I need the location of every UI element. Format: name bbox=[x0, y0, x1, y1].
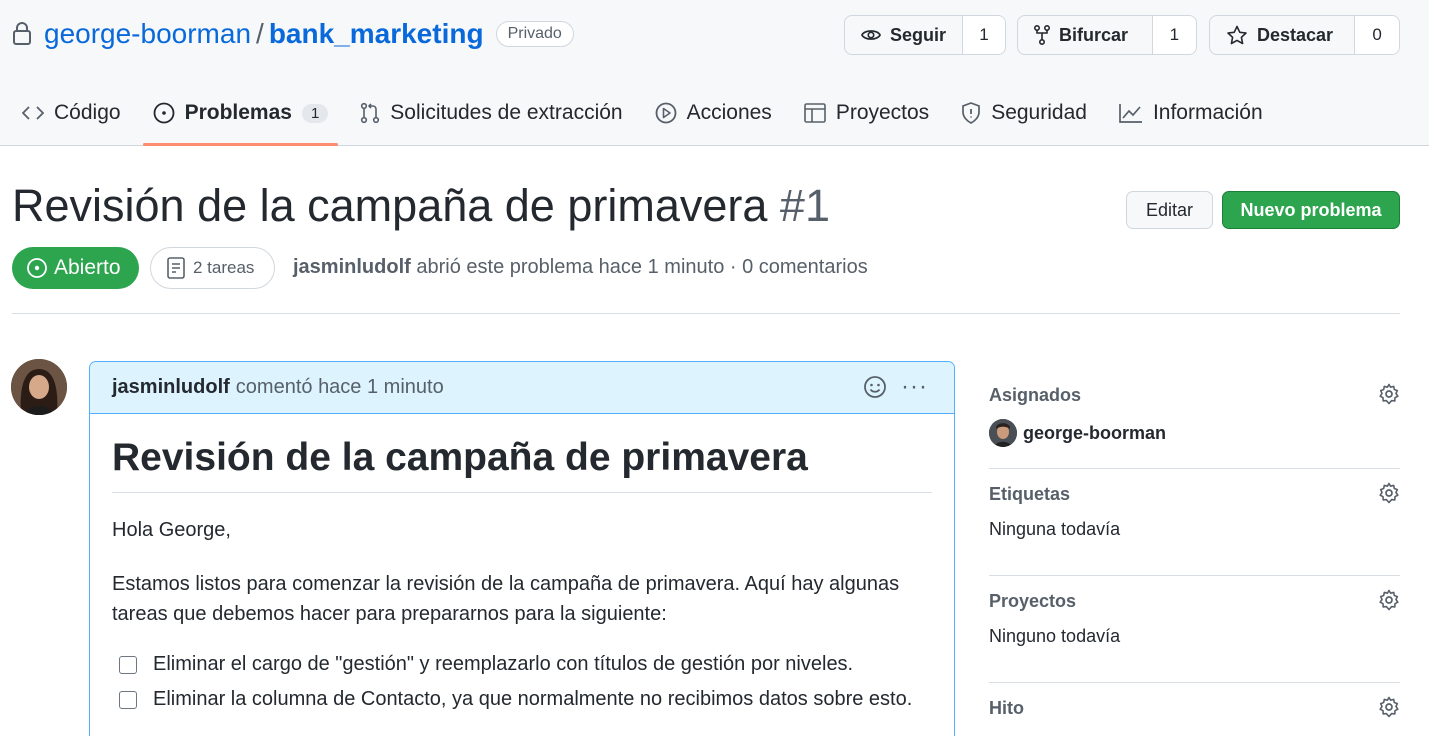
new-issue-button[interactable]: Nuevo problema bbox=[1222, 191, 1400, 229]
gear-icon[interactable] bbox=[1378, 696, 1400, 718]
eye-icon bbox=[861, 30, 881, 40]
tab-security[interactable]: Seguridad bbox=[951, 88, 1097, 138]
sidebar-assignees: Asignados george-boorman bbox=[989, 380, 1400, 469]
issue-meta-text: abrió este problema hace 1 minuto · 0 co… bbox=[416, 256, 868, 278]
repo-tabs: Código Problemas 1 Solicitudes de extrac… bbox=[12, 88, 1285, 146]
tab-label: Solicitudes de extracción bbox=[390, 101, 623, 124]
comment-intro: Estamos listos para comenzar la revisión… bbox=[112, 569, 932, 629]
avatar[interactable] bbox=[11, 359, 67, 415]
assignee-item[interactable]: george-boorman bbox=[989, 419, 1400, 447]
comment-timestamp[interactable]: comentó hace 1 minuto bbox=[236, 376, 444, 399]
sidebar-heading: Hito bbox=[989, 698, 1024, 718]
assignee-name: george-boorman bbox=[1023, 422, 1167, 443]
repo-header: george-boorman / bank_marketing Privado … bbox=[0, 0, 1429, 146]
tab-label: Código bbox=[54, 101, 121, 124]
issue-number: #1 bbox=[779, 180, 830, 231]
task-checkbox[interactable] bbox=[119, 655, 137, 674]
graph-icon bbox=[1119, 104, 1142, 123]
tab-projects[interactable]: Proyectos bbox=[794, 88, 939, 138]
star-label: Destacar bbox=[1257, 24, 1334, 45]
tab-code[interactable]: Código bbox=[12, 88, 131, 138]
kebab-menu-icon[interactable]: ··· bbox=[901, 375, 928, 399]
tab-label: Seguridad bbox=[991, 101, 1087, 124]
play-icon bbox=[655, 102, 676, 124]
comment-intro-line: tareas que debemos hacer para prepararno… bbox=[112, 603, 667, 625]
shield-icon bbox=[962, 102, 981, 124]
issue-title-text: Revisión de la campaña de primavera bbox=[12, 180, 768, 231]
tab-label: Problemas bbox=[184, 101, 292, 124]
sidebar-value: Ninguna todavía bbox=[989, 519, 1121, 539]
tasks-label: 2 tareas bbox=[193, 258, 255, 277]
repo-owner-link[interactable]: george-boorman bbox=[44, 18, 251, 50]
issue-title: Revisión de la campaña de primavera #1 bbox=[12, 180, 830, 232]
star-button-group: Destacar 0 bbox=[1209, 15, 1400, 55]
task-label: Eliminar la columna de Contacto, ya que … bbox=[153, 688, 913, 710]
tab-insights[interactable]: Información bbox=[1109, 88, 1273, 138]
comment-intro-line: Estamos listos para comenzar la revisión… bbox=[112, 573, 900, 595]
issue-open-icon bbox=[27, 258, 47, 278]
fork-icon bbox=[1034, 25, 1050, 45]
breadcrumb-separator: / bbox=[256, 18, 264, 49]
table-icon bbox=[804, 103, 826, 123]
tab-label: Acciones bbox=[686, 101, 772, 124]
gear-icon[interactable] bbox=[1378, 589, 1400, 611]
tab-pull-requests[interactable]: Solicitudes de extracción bbox=[350, 88, 632, 138]
task-label: Eliminar el cargo de "gestión" y reempla… bbox=[153, 653, 854, 675]
issue-author-link[interactable]: jasminludolf bbox=[293, 256, 411, 278]
sidebar-heading: Asignados bbox=[989, 385, 1082, 405]
watch-button-group: Seguir 1 bbox=[844, 15, 1006, 55]
tab-count-badge: 1 bbox=[301, 103, 329, 123]
sidebar-projects: Proyectos Ninguno todavía bbox=[989, 576, 1400, 683]
issue-comment: jasminludolf comentó hace 1 minuto ··· R… bbox=[89, 361, 955, 736]
fork-label: Bifurcar bbox=[1059, 24, 1129, 45]
repo-breadcrumb: george-boorman / bank_marketing Privado bbox=[12, 14, 574, 54]
tasks-badge[interactable]: 2 tareas bbox=[150, 247, 276, 289]
fork-button[interactable]: Bifurcar bbox=[1018, 16, 1153, 54]
issue-meta: jasminludolf abrió este problema hace 1 … bbox=[293, 256, 868, 279]
sidebar-heading: Etiquetas bbox=[989, 484, 1071, 504]
sidebar-milestone: Hito bbox=[989, 683, 1400, 736]
header-divider bbox=[12, 313, 1400, 314]
tab-actions[interactable]: Acciones bbox=[645, 88, 782, 138]
issue-state-label: Abierto bbox=[54, 256, 121, 279]
comment-greeting: Hola George, bbox=[112, 519, 231, 541]
sidebar-value: Ninguno todavía bbox=[989, 626, 1121, 646]
issue-icon bbox=[153, 102, 174, 124]
comment-heading: Revisión de la campaña de primavera bbox=[112, 436, 932, 493]
code-icon bbox=[22, 106, 44, 120]
lock-icon bbox=[12, 21, 34, 47]
task-item: Eliminar la columna de Contacto, ya que … bbox=[112, 682, 932, 717]
comment-author-link[interactable]: jasminludolf bbox=[112, 376, 230, 399]
watch-count[interactable]: 1 bbox=[963, 16, 1005, 54]
task-list: Eliminar el cargo de "gestión" y reempla… bbox=[112, 647, 932, 717]
star-count[interactable]: 0 bbox=[1355, 16, 1399, 54]
tab-label: Proyectos bbox=[835, 101, 930, 124]
gear-icon[interactable] bbox=[1378, 383, 1400, 405]
comment-header: jasminludolf comentó hace 1 minuto ··· bbox=[90, 362, 954, 414]
fork-button-group: Bifurcar 1 bbox=[1017, 15, 1197, 55]
tab-label: Información bbox=[1152, 101, 1263, 124]
watch-label: Seguir bbox=[889, 24, 946, 45]
checklist-icon bbox=[167, 257, 185, 279]
task-item: Eliminar el cargo de "gestión" y reempla… bbox=[112, 647, 932, 682]
issue-sidebar: Asignados george-boorman Etiquetas Ningu… bbox=[989, 380, 1400, 736]
sidebar-labels: Etiquetas Ninguna todavía bbox=[989, 469, 1400, 576]
gear-icon[interactable] bbox=[1378, 482, 1400, 504]
star-icon bbox=[1227, 25, 1247, 45]
watch-button[interactable]: Seguir bbox=[845, 16, 963, 54]
issue-state-badge: Abierto bbox=[12, 247, 139, 289]
avatar bbox=[989, 419, 1017, 447]
smiley-icon[interactable] bbox=[863, 375, 887, 399]
visibility-badge: Privado bbox=[495, 21, 574, 47]
repo-name-link[interactable]: bank_marketing bbox=[269, 18, 484, 50]
sidebar-heading: Proyectos bbox=[989, 591, 1077, 611]
tab-issues[interactable]: Problemas 1 bbox=[142, 88, 339, 146]
pull-request-icon bbox=[361, 102, 380, 124]
edit-button[interactable]: Editar bbox=[1126, 191, 1213, 229]
comment-body: Revisión de la campaña de primavera Hola… bbox=[90, 414, 954, 736]
task-checkbox[interactable] bbox=[119, 690, 137, 709]
star-button[interactable]: Destacar bbox=[1210, 16, 1356, 54]
fork-count[interactable]: 1 bbox=[1152, 16, 1196, 54]
